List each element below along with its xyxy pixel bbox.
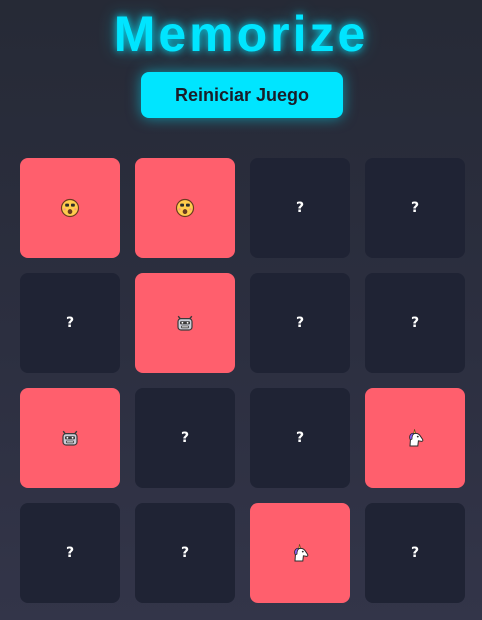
reset-game-button[interactable]: Reiniciar Juego: [141, 72, 343, 118]
memory-card[interactable]: ?: [135, 388, 235, 488]
memory-card[interactable]: [20, 388, 120, 488]
card-hidden-mark: ?: [410, 200, 420, 216]
memory-card[interactable]: ?: [135, 503, 235, 603]
robot-face-icon: [60, 428, 80, 448]
memory-card[interactable]: [20, 158, 120, 258]
card-hidden-mark: ?: [410, 545, 420, 561]
card-hidden-mark: ?: [295, 200, 305, 216]
card-grid: ??????????: [20, 158, 465, 603]
unicorn-icon: [405, 428, 425, 448]
card-hidden-mark: ?: [65, 315, 75, 331]
memory-card[interactable]: ?: [250, 388, 350, 488]
memory-card[interactable]: [135, 273, 235, 373]
memory-card[interactable]: ?: [365, 273, 465, 373]
astonished-face-icon: [60, 198, 80, 218]
memory-card[interactable]: ?: [20, 273, 120, 373]
memory-card[interactable]: ?: [20, 503, 120, 603]
card-hidden-mark: ?: [180, 430, 190, 446]
memory-card[interactable]: ?: [250, 273, 350, 373]
robot-face-icon: [175, 313, 195, 333]
memory-card[interactable]: ?: [365, 158, 465, 258]
memory-card[interactable]: [135, 158, 235, 258]
memory-card[interactable]: ?: [365, 503, 465, 603]
unicorn-icon: [290, 543, 310, 563]
astonished-face-icon: [175, 198, 195, 218]
memory-card[interactable]: ?: [250, 158, 350, 258]
card-hidden-mark: ?: [65, 545, 75, 561]
card-hidden-mark: ?: [295, 430, 305, 446]
memory-card[interactable]: [250, 503, 350, 603]
card-hidden-mark: ?: [180, 545, 190, 561]
memory-card[interactable]: [365, 388, 465, 488]
card-hidden-mark: ?: [295, 315, 305, 331]
card-hidden-mark: ?: [410, 315, 420, 331]
game-title: Memorize: [113, 6, 369, 62]
